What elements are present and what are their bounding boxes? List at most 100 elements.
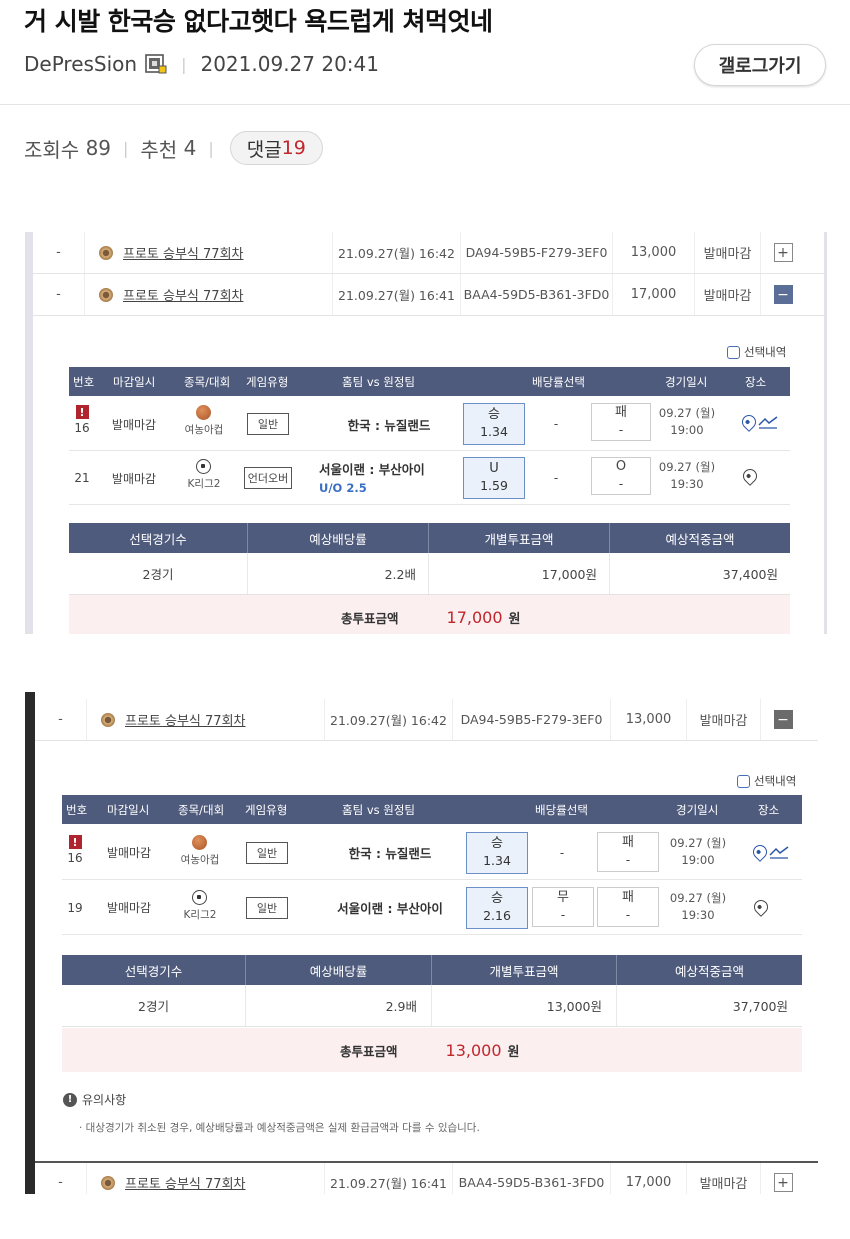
select-history[interactable]: 선택내역	[737, 773, 796, 789]
collapse-button[interactable]: −	[773, 710, 793, 729]
odd-draw: -	[553, 417, 559, 431]
expand-button[interactable]: +	[773, 1173, 793, 1192]
sum-header: 선택경기수	[62, 955, 246, 985]
odd-lose[interactable]: 패-	[597, 832, 659, 872]
row-dash: -	[33, 232, 85, 273]
collapse-button[interactable]: −	[773, 285, 793, 304]
bet-status: 발매마감	[687, 1163, 761, 1194]
odd-value: -	[560, 907, 566, 923]
col-header: 번호	[66, 802, 88, 817]
game-row: ! 16 발매마감 여농아컵 일반 한국 : 뉴질랜드 승 1.34 - 패- 0…	[62, 825, 802, 880]
col-header: 배당률선택	[535, 802, 588, 817]
odd-value: -	[625, 852, 631, 868]
location-pin-icon[interactable]	[739, 412, 759, 432]
location-pin-icon[interactable]	[750, 842, 770, 862]
bet-name-link[interactable]: 프로토 승부식 77회차	[125, 1173, 246, 1192]
bet-amount: 13,000	[613, 232, 695, 273]
odd-label: U	[489, 461, 499, 477]
col-header: 홈팀 vs 원정팀	[342, 374, 416, 389]
total-value: 13,000	[445, 1040, 502, 1060]
game-date: 09.27 (월)	[658, 460, 716, 474]
bet-amount: 17,000	[613, 274, 695, 315]
odd-value: -	[625, 907, 631, 923]
odd-label: 승	[488, 407, 500, 423]
total-row: 총투표금액 17,000 원	[69, 595, 790, 634]
odd-draw[interactable]: 무-	[532, 887, 594, 927]
game-row: 19 발매마감 K리그2 일반 서울이랜 : 부산아이 승 2.16 무- 패- …	[62, 880, 802, 935]
odd-value: -	[618, 476, 624, 492]
total-unit: 원	[507, 1044, 520, 1060]
bet-status: 발매마감	[695, 232, 761, 273]
col-header: 홈팀 vs 원정팀	[342, 802, 416, 817]
chart-icon[interactable]	[769, 845, 789, 859]
chart-icon[interactable]	[758, 415, 778, 429]
league-name: 여농아컵	[184, 424, 224, 436]
game-time: 19:00	[681, 853, 715, 868]
coin-icon	[101, 1175, 115, 1190]
bet-date: 21.09.27(월) 16:42	[333, 232, 461, 273]
bet-row[interactable]: - 프로토 승부식 77회차 21.09.27(월) 16:41 BAA4-59…	[33, 274, 824, 316]
game-close: 발매마감	[111, 417, 157, 432]
total-row: 총투표금액 13,000 원	[62, 1028, 802, 1072]
game-close: 발매마감	[106, 846, 152, 860]
sum-stake: 17,000원	[429, 553, 610, 594]
game-time: 19:30	[670, 477, 704, 492]
sum-header: 예상배당률	[246, 955, 432, 985]
bet-name-link[interactable]: 프로토 승부식 77회차	[123, 285, 244, 304]
comments-button[interactable]: 댓글 19	[229, 131, 323, 165]
views-count: 89	[85, 136, 112, 160]
summary-values: 2경기 2.9배 13,000원 37,700원	[62, 985, 802, 1027]
summary-header: 선택경기수 예상배당률 개별투표금액 예상적중금액	[62, 955, 802, 985]
notice-text: · 대상경기가 취소된 경우, 예상배당률과 예상적중금액은 실제 환급금액과 …	[79, 1122, 480, 1134]
games-table-header: 번호 마감일시 종목/대회 게임유형 홈팀 vs 원정팀 배당률선택 경기일시 …	[62, 795, 802, 824]
bet-amount: 17,000	[611, 1163, 687, 1194]
sum-header: 예상적중금액	[665, 531, 735, 547]
select-label: 선택내역	[754, 774, 797, 788]
teams: 서울이랜 : 부산아이	[319, 462, 425, 477]
bet-detail: 선택내역 번호 마감일시 종목/대회 게임유형 홈팀 vs 원정팀 배당률선택 …	[33, 317, 824, 634]
summary-values: 2경기 2.2배 17,000원 37,400원	[69, 553, 790, 595]
game-number: 16	[67, 851, 83, 865]
gallery-button[interactable]: 갤로그가기	[694, 44, 826, 86]
sum-odds: 2.9배	[246, 985, 432, 1026]
divider: |	[208, 138, 214, 158]
post-datetime: 2021.09.27 20:41	[200, 52, 379, 76]
sum-games: 2경기	[62, 985, 246, 1026]
teams: 한국 : 뉴질랜드	[348, 846, 432, 861]
odd-over[interactable]: O-	[591, 457, 651, 495]
expand-button[interactable]: +	[773, 243, 793, 262]
checkbox-icon[interactable]	[727, 345, 740, 359]
col-header: 게임유형	[246, 374, 289, 389]
odd-lose[interactable]: 패-	[597, 887, 659, 927]
sum-header: 개별투표금액	[429, 523, 610, 553]
odd-win-selected[interactable]: 승 1.34	[463, 403, 525, 445]
odd-lose[interactable]: 패-	[591, 403, 651, 441]
sum-payout: 37,700원	[732, 999, 788, 1014]
bet-row[interactable]: - 프로토 승부식 77회차 21.09.27(월) 16:41 BAA4-59…	[35, 1161, 818, 1194]
bet-name-link[interactable]: 프로토 승부식 77회차	[123, 243, 244, 262]
odd-value: 1.34	[480, 424, 508, 440]
select-history[interactable]: 선택내역	[727, 344, 786, 360]
bet-code: DA94-59B5-F279-3EF0	[461, 232, 613, 273]
bet-screenshot-1: - 프로토 승부식 77회차 21.09.27(월) 16:42 DA94-59…	[25, 232, 827, 634]
game-type: 일반	[246, 413, 290, 435]
post-meta: DePresSion | 2021.09.27 20:41	[24, 52, 379, 76]
odd-value: 1.34	[483, 853, 511, 869]
teams: 한국 : 뉴질랜드	[347, 417, 431, 433]
bet-row[interactable]: - 프로토 승부식 77회차 21.09.27(월) 16:42 DA94-59…	[35, 699, 818, 741]
odd-win-selected[interactable]: 승 1.34	[466, 832, 528, 874]
odd-under-selected[interactable]: U 1.59	[463, 457, 525, 499]
location-pin-icon[interactable]	[751, 897, 771, 917]
odd-value: -	[618, 422, 624, 438]
col-header: 경기일시	[665, 374, 708, 389]
odd-label: 승	[491, 891, 503, 907]
game-time: 19:30	[681, 908, 715, 923]
bet-name-link[interactable]: 프로토 승부식 77회차	[125, 710, 246, 729]
alert-icon: !	[75, 405, 89, 419]
post-title: 거 시발 한국승 없다고햇다 욕드럽게 쳐먹엇네	[24, 7, 493, 36]
checkbox-icon[interactable]	[737, 774, 750, 788]
location-pin-icon[interactable]	[740, 466, 760, 486]
author-name[interactable]: DePresSion	[24, 52, 137, 76]
bet-row[interactable]: - 프로토 승부식 77회차 21.09.27(월) 16:42 DA94-59…	[33, 232, 824, 274]
odd-win-selected[interactable]: 승 2.16	[466, 887, 528, 929]
